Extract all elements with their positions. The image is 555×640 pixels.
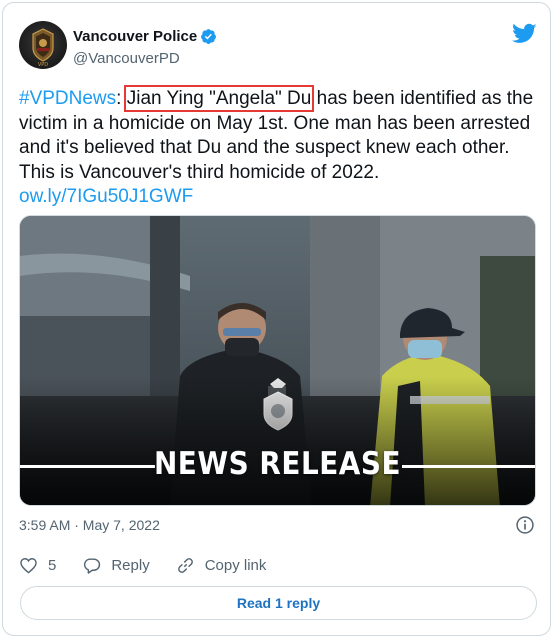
verified-badge-icon xyxy=(201,29,217,44)
avatar[interactable]: VPD xyxy=(19,21,67,69)
like-button[interactable]: 5 xyxy=(19,556,56,575)
copy-link-button[interactable]: Copy link xyxy=(176,556,267,575)
shortened-url-link[interactable]: ow.ly/7IGu50J1GWF xyxy=(19,186,193,207)
hashtag-link[interactable]: #VPDNews xyxy=(19,88,116,109)
author-name-row[interactable]: Vancouver Police xyxy=(73,28,217,45)
twitter-bird-icon[interactable] xyxy=(512,23,537,45)
tweet-text: #VPDNews: Jian Ying "Angela" Du has been… xyxy=(19,85,539,210)
tweet-card: VPD Vancouver Police @VancouverPD #VPDNe… xyxy=(2,2,551,636)
reply-label: Reply xyxy=(111,557,150,574)
tweet-timestamp[interactable]: 3:59 AM · May 7, 2022 xyxy=(19,517,160,533)
highlighted-victim-name: Jian Ying "Angela" Du xyxy=(123,85,315,112)
like-count: 5 xyxy=(48,557,57,574)
reply-bubble-icon xyxy=(84,558,101,574)
reply-button[interactable]: Reply xyxy=(82,556,150,575)
author-display-name[interactable]: Vancouver Police xyxy=(73,28,197,45)
link-icon xyxy=(177,558,193,573)
copy-link-label: Copy link xyxy=(204,557,267,574)
tweet-actions: 5 Reply Copy link xyxy=(19,556,292,575)
hashtag-separator: : xyxy=(116,88,127,109)
avatar-badge-text: VPD xyxy=(38,62,48,68)
tweet-media-image[interactable]: NEWS RELEASE xyxy=(19,215,536,506)
heart-icon xyxy=(20,558,37,574)
read-replies-button[interactable]: Read 1 reply xyxy=(20,586,537,620)
vpd-crest-icon: VPD xyxy=(32,28,54,68)
info-icon[interactable] xyxy=(515,515,535,535)
author-handle[interactable]: @VancouverPD xyxy=(73,50,180,67)
news-release-banner: NEWS RELEASE xyxy=(153,446,402,482)
